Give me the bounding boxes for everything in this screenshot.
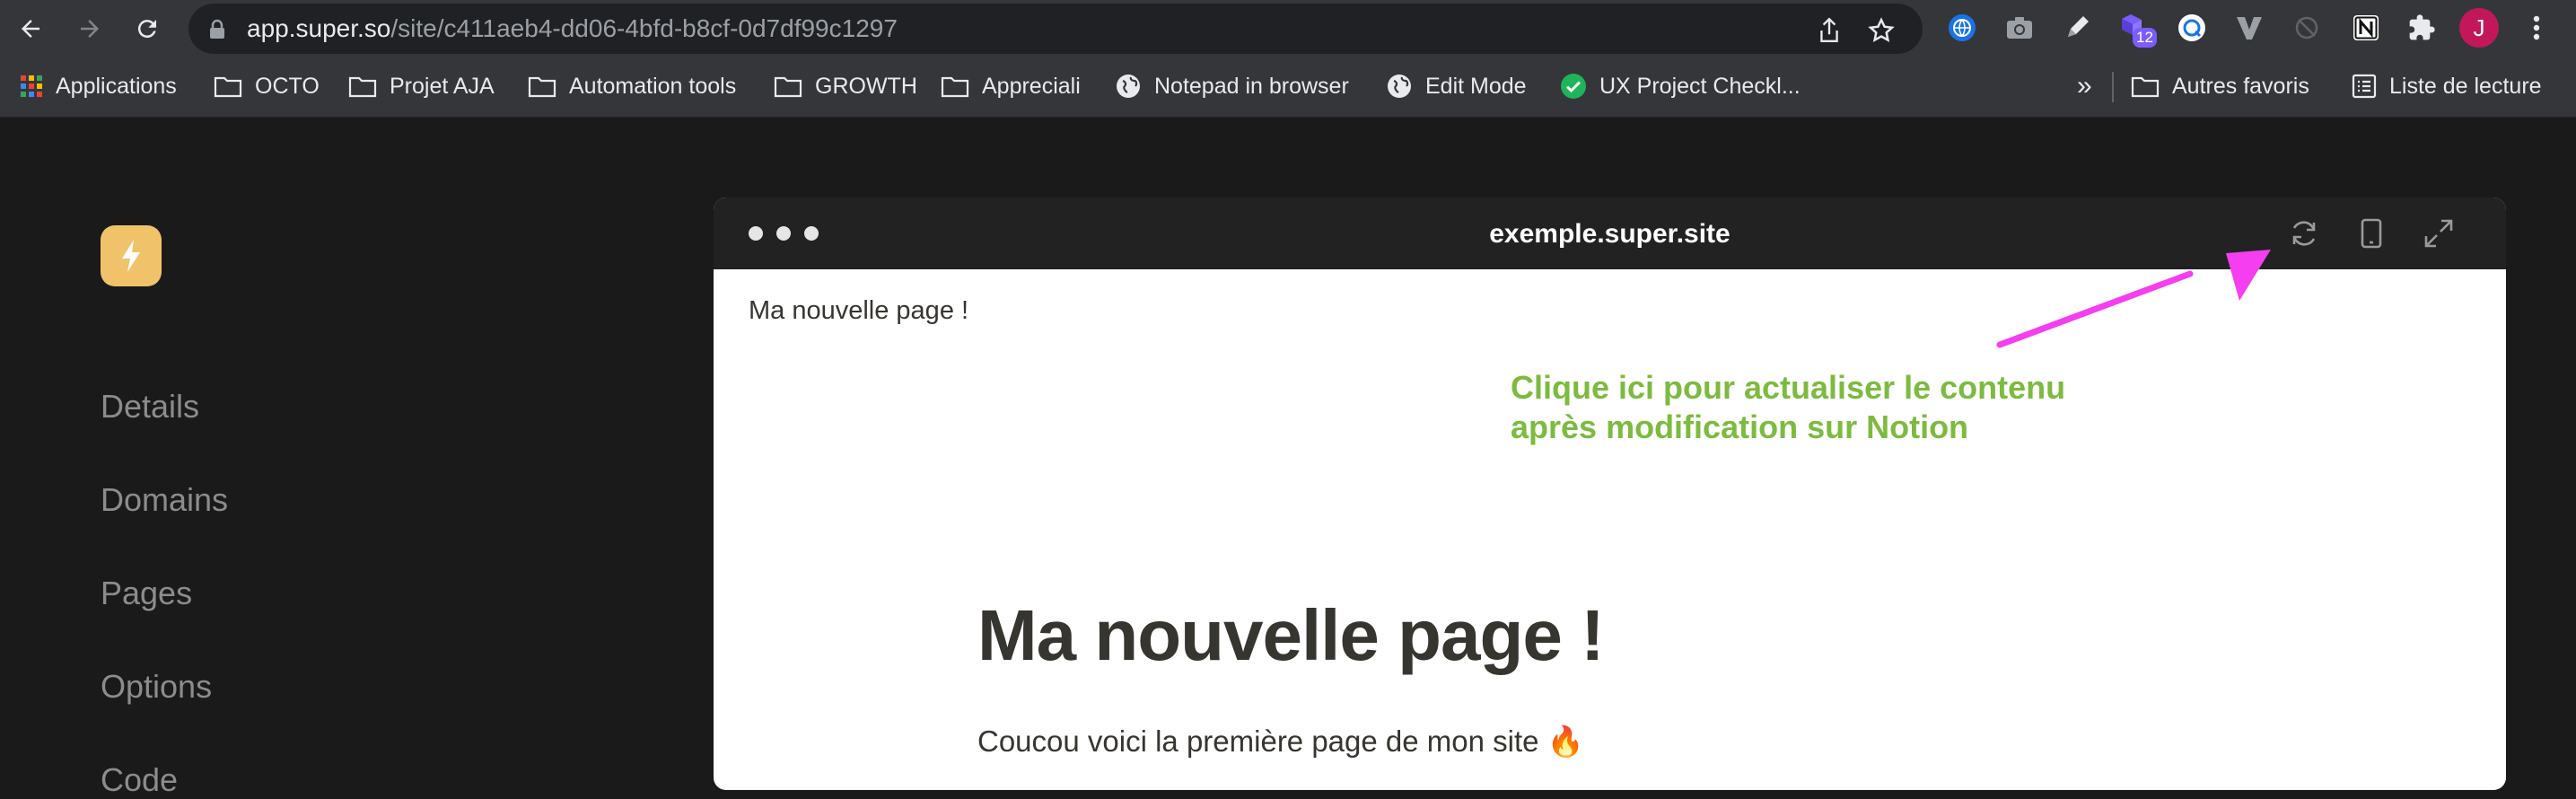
annotation-arrow [1996, 250, 2271, 348]
